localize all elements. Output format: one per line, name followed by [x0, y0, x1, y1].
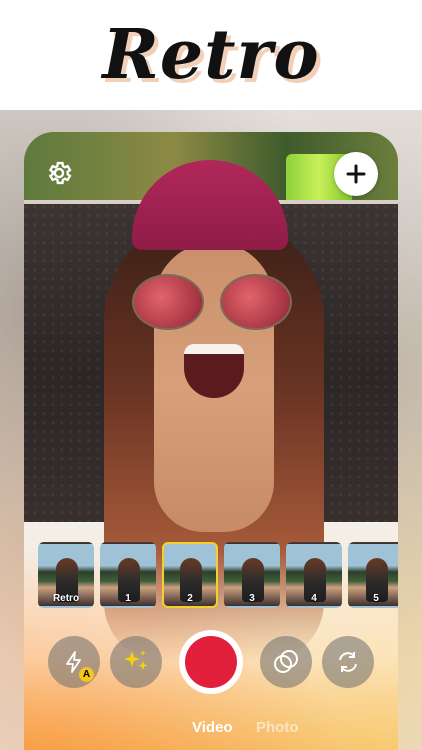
effects-button[interactable]	[110, 636, 162, 688]
filter-thumb-1[interactable]: 1	[100, 542, 156, 608]
camera-flip-icon	[339, 652, 357, 672]
filter-thumb-3[interactable]: 3	[224, 542, 280, 608]
scene-sunglasses	[132, 274, 292, 330]
filter-label: 1	[125, 593, 131, 604]
flip-camera-button[interactable]	[322, 636, 374, 688]
filter-label: 3	[249, 593, 255, 604]
overlay-button[interactable]	[260, 636, 312, 688]
overlap-circles-icon	[274, 650, 298, 673]
mode-tab-video[interactable]: Video	[192, 719, 233, 736]
filter-label: 4	[311, 593, 317, 604]
flash-auto-badge: A	[79, 667, 94, 682]
sunglasses-lens-right	[220, 274, 292, 330]
settings-button[interactable]	[38, 152, 80, 194]
filter-label: 2	[187, 593, 193, 604]
camera-viewfinder: Retro 1 2 3 4 5 A Video Photo	[24, 132, 398, 750]
flash-button[interactable]: A	[48, 636, 100, 688]
sparkles-icon	[124, 650, 148, 670]
filter-thumb-2[interactable]: 2	[162, 542, 218, 608]
plus-icon	[346, 164, 366, 184]
filter-thumb-retro[interactable]: Retro	[38, 542, 94, 608]
sunglasses-lens-left	[132, 274, 204, 330]
gear-icon	[48, 161, 72, 185]
app-title: Retro	[102, 15, 320, 95]
filter-thumb-4[interactable]: 4	[286, 542, 342, 608]
filter-thumb-5[interactable]: 5	[348, 542, 398, 608]
filter-label: 5	[373, 593, 379, 604]
record-button[interactable]	[179, 630, 243, 694]
filter-strip: Retro 1 2 3 4 5	[38, 542, 398, 610]
filter-label: Retro	[52, 593, 80, 604]
record-icon	[185, 636, 237, 688]
add-button[interactable]	[334, 152, 378, 196]
mode-tab-photo[interactable]: Photo	[256, 719, 299, 736]
